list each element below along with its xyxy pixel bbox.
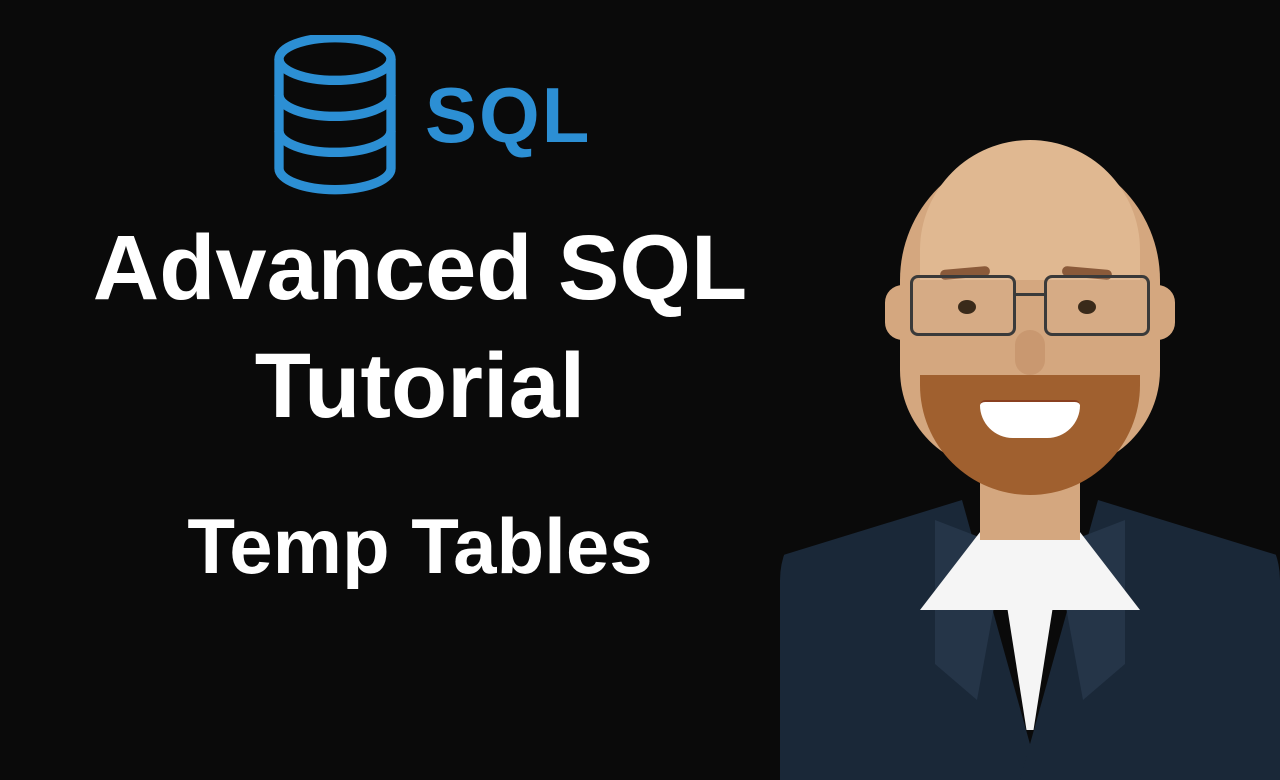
database-icon — [265, 35, 405, 195]
title-block: Advanced SQL Tutorial Temp Tables — [55, 210, 785, 592]
title-line-2: Tutorial — [55, 328, 785, 446]
sql-logo: SQL — [265, 35, 591, 195]
presenter-portrait — [780, 120, 1280, 720]
subtitle: Temp Tables — [55, 501, 785, 592]
sql-logo-text: SQL — [425, 70, 591, 161]
title-line-1: Advanced SQL — [55, 210, 785, 328]
